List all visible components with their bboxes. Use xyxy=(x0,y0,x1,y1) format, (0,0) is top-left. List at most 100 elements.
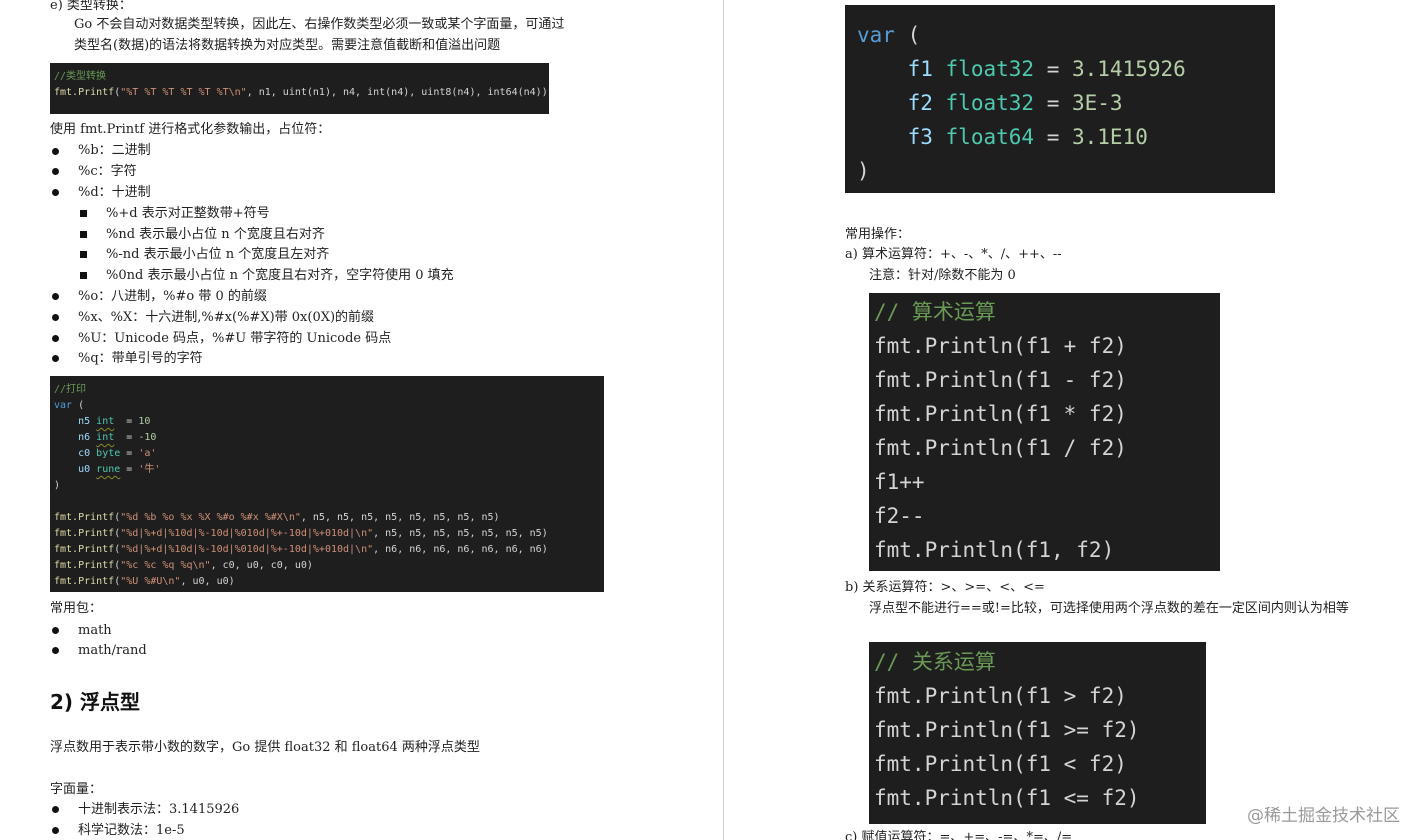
bullet-dot xyxy=(52,189,59,196)
code-punct: = xyxy=(1034,125,1072,149)
verb-item: %o：八进制，%#o 带 0 的前缀 xyxy=(78,289,267,304)
package-item: math xyxy=(78,623,112,638)
code-line: fmt.Println(f1 / f2) xyxy=(874,436,1127,460)
package-item: math/rand xyxy=(78,643,147,658)
type-conversion-heading: e) 类型转换： xyxy=(50,0,132,13)
code-value: 3.1E10 xyxy=(1071,125,1148,149)
code-type: int xyxy=(96,432,115,443)
float-description: 浮点数用于表示带小数的数字，Go 提供 float32 和 float64 两种… xyxy=(50,740,480,755)
bullet-dot xyxy=(52,827,59,834)
verb-item: %c：字符 xyxy=(78,164,137,179)
code-keyword: var xyxy=(54,400,73,411)
code-punct: = xyxy=(1034,57,1072,81)
code-args: , n5, n5, n5, n5, n5, n5, n5, n5) xyxy=(300,512,500,523)
code-punct: = xyxy=(120,448,139,459)
d-sub-item: %+d 表示对正整数带+符号 xyxy=(106,206,270,221)
code-string: "%U %#U\n" xyxy=(120,576,181,587)
code-keyword: var xyxy=(857,23,895,47)
page-divider xyxy=(723,0,724,840)
verb-item: %b：二进制 xyxy=(78,143,151,158)
code-string: "%d|%+d|%10d|%-10d|%010d|%+-10d|%+010d|\… xyxy=(120,544,374,555)
code-type: int xyxy=(96,416,115,427)
bullet-dot xyxy=(52,806,59,813)
verb-item: %x、%X：十六进制,%#x(%#X)带 0x(0X)的前缀 xyxy=(78,310,375,325)
code-string: "%d %b %o %x %X %#o %#x %#X\n" xyxy=(120,512,301,523)
code-fn: fmt.Printf xyxy=(54,512,115,523)
code-block-arithmetic: // 算术运算 fmt.Println(f1 + f2) fmt.Println… xyxy=(869,293,1220,571)
verb-item: %U：Unicode 码点，%#U 带字符的 Unicode 码点 xyxy=(78,331,392,346)
code-args: , u0, u0) xyxy=(180,576,235,587)
code-line: fmt.Println(f1 >= f2) xyxy=(874,718,1140,742)
type-conversion-paragraph-line-1: Go 不会自动对数据类型转换，因此左、右操作数类型必须一致或某个字面量，可通过 xyxy=(74,17,565,32)
bullet-dot xyxy=(52,148,59,155)
code-comment: // 关系运算 xyxy=(874,650,996,674)
code-block-print: //打印 var ( n5 int = 10 n6 int = -10 c0 b… xyxy=(50,376,604,592)
bullet-dot xyxy=(52,168,59,175)
code-args: , n1, uint(n1), n4, int(n4), uint8(n4), … xyxy=(246,87,548,98)
code-fn: fmt.Printf xyxy=(54,576,115,587)
literal-item: 十进制表示法：3.1415926 xyxy=(78,802,240,817)
code-fn: fmt.Printf xyxy=(54,87,115,98)
code-value: 3.1415926 xyxy=(1071,57,1186,81)
type-conversion-paragraph-line-2: 类型名(数据)的语法将数据转换为对应类型。需要注意值截断和值溢出问题 xyxy=(74,38,501,53)
literal-item: 科学记数法：1e-5 xyxy=(78,823,185,838)
code-line: fmt.Println(f1 > f2) xyxy=(874,684,1127,708)
code-var-name: f1 xyxy=(907,57,933,81)
code-args: , c0, u0, c0, u0) xyxy=(210,560,313,571)
code-var-name: c0 xyxy=(78,448,91,459)
bullet-dot xyxy=(52,647,59,654)
code-comment: //类型转换 xyxy=(54,71,107,82)
code-type: float64 xyxy=(945,125,1035,149)
code-punct: ) xyxy=(857,159,870,183)
code-value: 3E-3 xyxy=(1071,91,1123,115)
ops-label: 常用操作： xyxy=(845,227,911,242)
bullet-dot xyxy=(52,355,59,362)
relational-heading: b) 关系运算符：>、>=、<、<= xyxy=(845,580,1045,595)
code-string: "%c %c %q %q\n" xyxy=(120,560,211,571)
code-punct: ( xyxy=(894,23,921,47)
code-punct: = xyxy=(114,432,139,443)
bullet-dot xyxy=(52,335,59,342)
code-args: , n5, n5, n5, n5, n5, n5, n5) xyxy=(373,528,548,539)
code-type: byte xyxy=(96,448,121,459)
verb-item: %q：带单引号的字符 xyxy=(78,351,203,366)
code-fn: fmt.Printf xyxy=(54,544,115,555)
code-value: 'a' xyxy=(138,448,157,459)
d-sub-item: %-nd 表示最小占位 n 个宽度且左对齐 xyxy=(106,247,330,262)
assignment-heading: c) 赋值运算符：=、+=、-=、*=、/= xyxy=(845,830,1073,840)
section-title-float: 2) 浮点型 xyxy=(50,690,141,714)
code-block-float-vars: var ( f1 float32 = 3.1415926 f2 float32 … xyxy=(845,5,1275,193)
code-block-relational: // 关系运算 fmt.Println(f1 > f2) fmt.Println… xyxy=(869,642,1206,824)
literal-label: 字面量： xyxy=(50,782,103,797)
code-line: fmt.Println(f1, f2) xyxy=(874,538,1115,562)
code-comment: // 算术运算 xyxy=(874,300,996,324)
code-punct: ) xyxy=(54,480,61,491)
left-page: e) 类型转换： Go 不会自动对数据类型转换，因此左、右操作数类型必须一致或某… xyxy=(0,0,722,840)
arith-heading: a) 算术运算符：+、-、*、/、++、-- xyxy=(845,247,1062,262)
code-var-name: f2 xyxy=(907,91,933,115)
watermark: @稀土掘金技术社区 xyxy=(1247,806,1400,826)
code-fn: fmt.Printf xyxy=(54,528,115,539)
code-args: , n6, n6, n6, n6, n6, n6, n6) xyxy=(373,544,548,555)
code-line: fmt.Println(f1 * f2) xyxy=(874,402,1127,426)
code-fn: fmt.Printf xyxy=(54,560,115,571)
code-type: float32 xyxy=(945,57,1035,81)
code-value: 10 xyxy=(138,416,151,427)
code-line: fmt.Println(f1 <= f2) xyxy=(874,786,1140,810)
code-line: fmt.Println(f1 + f2) xyxy=(874,334,1127,358)
printf-intro: 使用 fmt.Printf 进行格式化参数输出，占位符： xyxy=(50,122,331,137)
bullet-dot xyxy=(52,293,59,300)
square-bullet xyxy=(80,231,87,238)
code-comment: //打印 xyxy=(54,384,87,395)
code-var-name: f3 xyxy=(907,125,933,149)
code-type: rune xyxy=(96,464,121,475)
code-string: "%d|%+d|%10d|%-10d|%010d|%+-10d|%+010d|\… xyxy=(120,528,374,539)
verb-item: %d：十进制 xyxy=(78,185,151,200)
code-punct: ( xyxy=(72,400,85,411)
d-sub-item: %0nd 表示最小占位 n 个宽度且右对齐，空字符使用 0 填充 xyxy=(106,268,454,283)
code-punct: = xyxy=(114,416,139,427)
code-line: fmt.Println(f1 - f2) xyxy=(874,368,1127,392)
square-bullet xyxy=(80,251,87,258)
arith-note: 注意：针对/除数不能为 0 xyxy=(869,268,1016,283)
code-var-name: n5 xyxy=(78,416,91,427)
